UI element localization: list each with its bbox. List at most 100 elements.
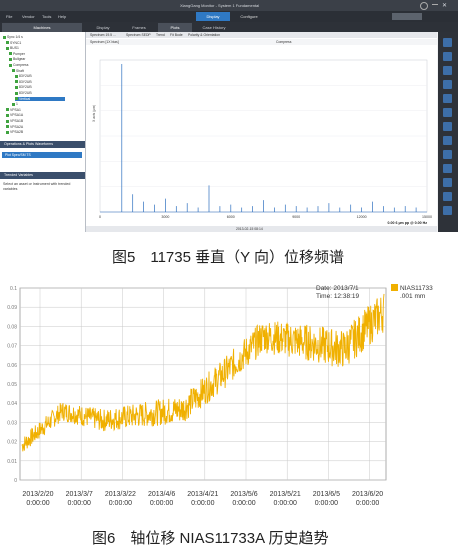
tree-item[interactable]: Shaft (12, 69, 24, 73)
tool-icon-13[interactable] (443, 206, 452, 215)
plot1-xtick: 0 (99, 215, 101, 219)
tree-item[interactable]: VPSA1 (6, 108, 21, 112)
plot2-xtick-time: 0:00:00 (191, 500, 214, 507)
help-icon[interactable] (420, 2, 428, 10)
tool-icon-12[interactable] (443, 192, 452, 201)
tab-display[interactable]: Display (86, 23, 120, 32)
plot2-xtick-date: 2013/5/21 (270, 491, 301, 498)
tool-icon-11[interactable] (443, 178, 452, 187)
tab-plots[interactable]: Plots (158, 23, 192, 32)
plot2-ytick: 0.1 (10, 286, 17, 292)
tree-item-label: Vertical (19, 96, 31, 101)
tab-frames[interactable]: Frames (122, 23, 156, 32)
tree-item[interactable]: 83Y2UB (15, 74, 32, 78)
operations-section-header[interactable]: Operations & Plots Waveforms (0, 141, 85, 148)
tree-item[interactable]: Compress (9, 63, 28, 67)
right-toolbar (438, 32, 458, 232)
plot2-ytick: 0.09 (7, 305, 17, 311)
tree-item[interactable]: BUS1 (6, 46, 19, 50)
plot-area: Spectrum 19.5 ... Spectrum SEDP Trend Fi… (86, 32, 437, 232)
toolbar-spectrum[interactable]: Spectrum 19.5 ... (90, 32, 116, 38)
plot2-xtick-time: 0:00:00 (109, 500, 132, 507)
tree-item[interactable]: 83Y2UB (15, 85, 32, 89)
footer-time: 2013-02-15 08:14 (236, 227, 263, 231)
configure-mode-button[interactable]: Configure (232, 12, 266, 21)
plot2-ytick: 0.02 (7, 440, 17, 446)
trend-chart: 0.1 0.09 0.08 0.07 0.06 0.05 0.04 0.03 0.02 0.01 0… (0, 274, 458, 518)
menu-bar: File Vendor Tools Help Display Configure (0, 11, 458, 22)
tree-item[interactable]: 1 (12, 102, 18, 106)
plot2-xtick-time: 0:00:00 (274, 500, 297, 507)
tree-item[interactable]: VPSA1A (6, 113, 23, 117)
trended-section-header[interactable]: Trended Variables (0, 172, 85, 179)
tree-item[interactable]: Bullgear (9, 57, 25, 61)
figure2-trend: 0.1 0.09 0.08 0.07 0.06 0.05 0.04 0.03 0.02 0.01 0… (0, 274, 458, 518)
plot1-readout: 0.00 6 µm pp @ 0.00 Hz (387, 221, 427, 225)
tool-icon-8[interactable] (443, 136, 452, 145)
tool-icon-3[interactable] (443, 66, 452, 75)
tree-item[interactable]: Pumper (9, 52, 25, 56)
machines-panel: Sync 1/4 s SYNC1 BUS1 Pumper Bullgear Compres… (0, 32, 86, 232)
plot2-ytick: 0.01 (7, 459, 17, 465)
plot1-xtick: 9000 (292, 215, 300, 219)
tree-status-icon (9, 58, 12, 61)
tree-item[interactable]: VPSA2B (6, 130, 23, 134)
tool-icon-4[interactable] (443, 80, 452, 89)
plot2-xtick-time: 0:00:00 (232, 500, 255, 507)
tool-icon-2[interactable] (443, 52, 452, 61)
toolbar-sedp[interactable]: Spectrum SEDP (126, 32, 151, 38)
tool-icon-9[interactable] (443, 150, 452, 159)
tree-status-icon (12, 69, 15, 73)
tree-item[interactable]: 83Y2UB (15, 91, 32, 95)
tree-item[interactable]: Sync 1/4 s (3, 35, 23, 39)
tree-item-label: VPSA2A (10, 124, 24, 129)
plot2-xtick-date: 2013/5/6 (230, 491, 257, 498)
tree-item-label: Shaft (16, 68, 24, 73)
tree-item-label: 83Y2UB (19, 79, 32, 84)
minimize-icon[interactable] (432, 4, 438, 5)
tree-status-icon (6, 125, 9, 129)
menu-vendor[interactable]: Vendor (22, 11, 35, 22)
plot2-xtick-date: 2013/2/20 (22, 491, 53, 498)
tool-icon-10[interactable] (443, 164, 452, 173)
tree-status-icon (15, 74, 18, 78)
tree-status-icon (15, 80, 18, 84)
tab-machines[interactable]: Machines (2, 23, 82, 32)
toolbar-bode[interactable]: Fit Bode (170, 32, 183, 38)
tree-item[interactable]: Vertical (15, 96, 65, 101)
tree-item-label: Pumper (13, 51, 25, 56)
tree-item[interactable]: 83Y2UB (15, 80, 32, 84)
tree-item[interactable]: VPSA2A (6, 125, 23, 129)
toolbar-trend[interactable]: Trend (156, 32, 165, 38)
plot2-xtick-time: 0:00:00 (26, 500, 49, 507)
tree-status-icon (9, 52, 12, 56)
tree-item-label: VPSA1A (10, 113, 24, 118)
plot2-ytick: 0.06 (7, 363, 17, 369)
plot2-xtick-date: 2013/4/21 (187, 491, 218, 498)
tab-case-history[interactable]: Case History (194, 23, 234, 32)
plot2-xtick-time: 0:00:00 (150, 500, 173, 507)
plot2-ytick: 0.07 (7, 344, 17, 350)
figure6-caption: 图6 轴位移 NIAS11733A 历史趋势 (92, 530, 329, 547)
tree-status-icon (15, 91, 18, 95)
menu-help[interactable]: Help (58, 11, 66, 22)
plot2-xtick-time: 0:00:00 (356, 500, 379, 507)
tool-icon-5[interactable] (443, 94, 452, 103)
timeline-bar[interactable]: 2013-02-15 08:14 (86, 226, 437, 232)
plot-spec-item[interactable]: Plot Spec/SM TS (2, 152, 82, 158)
window-title: XiangGang Monitor - System 1 Fundamental (180, 3, 260, 8)
tree-item[interactable]: SYNC1 (6, 41, 21, 45)
tool-icon-6[interactable] (443, 108, 452, 117)
toolbar-polarity[interactable]: Polarity & Orientation (188, 32, 220, 38)
tool-icon-1[interactable] (443, 38, 452, 47)
plot2-time-label: Time: 12:38:19 (316, 293, 360, 300)
tree-status-icon (6, 130, 9, 134)
tool-icon-7[interactable] (443, 122, 452, 131)
plot-toolbar: Spectrum 19.5 ... Spectrum SEDP Trend Fi… (86, 32, 437, 38)
plot2-ytick: 0.04 (7, 401, 17, 407)
display-mode-button[interactable]: Display (196, 12, 230, 21)
plot1-xtick: 3000 (161, 215, 169, 219)
tree-item[interactable]: VPSA1B (6, 119, 23, 123)
menu-file[interactable]: File (6, 11, 12, 22)
menu-tools[interactable]: Tools (42, 11, 51, 22)
